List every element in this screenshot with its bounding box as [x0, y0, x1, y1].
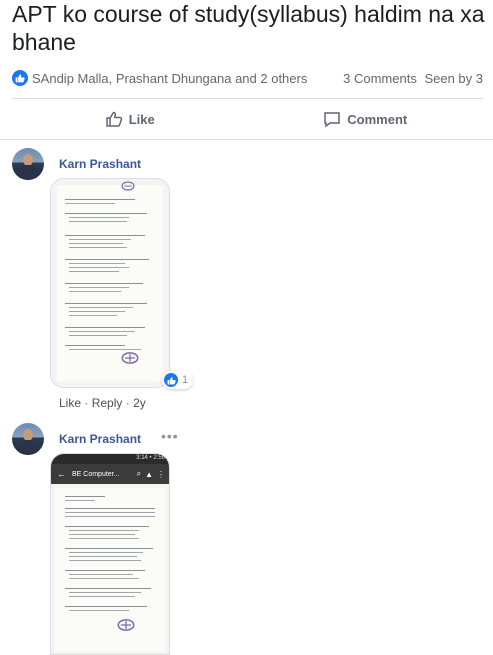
- like-button[interactable]: Like: [12, 100, 248, 138]
- like-label: Like: [128, 111, 155, 127]
- comment-label: Comment: [347, 111, 408, 127]
- phone-app-bar: ← BE Computer... ⌕ ▲ ⋮: [51, 464, 169, 484]
- seal-icon: [117, 619, 135, 631]
- status-bar-text: 3:14 • 2:56: [136, 455, 165, 461]
- post-action-bar: Like Comment: [12, 100, 483, 138]
- post-title: APT ko course of study(syllabus) haldim …: [12, 1, 485, 55]
- screenshot-photo-thumbnail[interactable]: 3:14 • 2:56 ← BE Computer... ⌕ ▲ ⋮: [50, 453, 170, 655]
- comment-author[interactable]: Karn Prashant: [59, 432, 141, 446]
- seen-by[interactable]: Seen by 3: [424, 71, 483, 86]
- comment-author[interactable]: Karn Prashant: [59, 157, 141, 171]
- phone-status-bar: 3:14 • 2:56: [51, 454, 169, 464]
- reactions-summary: SAndip Malla, Prashant Dhungana and 2 ot…: [12, 68, 483, 88]
- reactors-list[interactable]: SAndip Malla, Prashant Dhungana and 2 ot…: [32, 71, 339, 86]
- more-options-icon[interactable]: •••: [161, 428, 179, 444]
- comment-reply-link[interactable]: Reply: [92, 396, 123, 410]
- comments-count[interactable]: 3 Comments: [343, 71, 417, 86]
- avatar[interactable]: [12, 148, 44, 180]
- kebab-menu-icon: ⋮: [157, 469, 165, 479]
- divider: [0, 139, 493, 140]
- comment-reaction-count[interactable]: 1: [162, 371, 194, 389]
- avatar[interactable]: [12, 423, 44, 455]
- back-arrow-icon: ←: [57, 469, 66, 479]
- comment-timestamp[interactable]: 2y: [133, 396, 146, 410]
- comment-actions: Like · Reply · 2y: [59, 396, 146, 410]
- reaction-count: 1: [182, 374, 189, 386]
- seal-icon: [121, 181, 135, 191]
- thumbs-up-icon: [105, 111, 122, 127]
- drive-icon: ▲: [145, 469, 153, 479]
- comment-button[interactable]: Comment: [248, 100, 484, 138]
- app-bar-title: BE Computer...: [72, 470, 120, 478]
- document-photo-thumbnail[interactable]: [50, 178, 170, 388]
- comment-bubble-icon: [324, 112, 341, 128]
- like-reaction-icon: [164, 373, 178, 387]
- like-reaction-icon: [12, 70, 28, 86]
- comment-like-link[interactable]: Like: [59, 396, 81, 410]
- seal-icon: [121, 352, 139, 364]
- divider: [12, 98, 483, 99]
- search-icon: ⌕: [136, 469, 142, 478]
